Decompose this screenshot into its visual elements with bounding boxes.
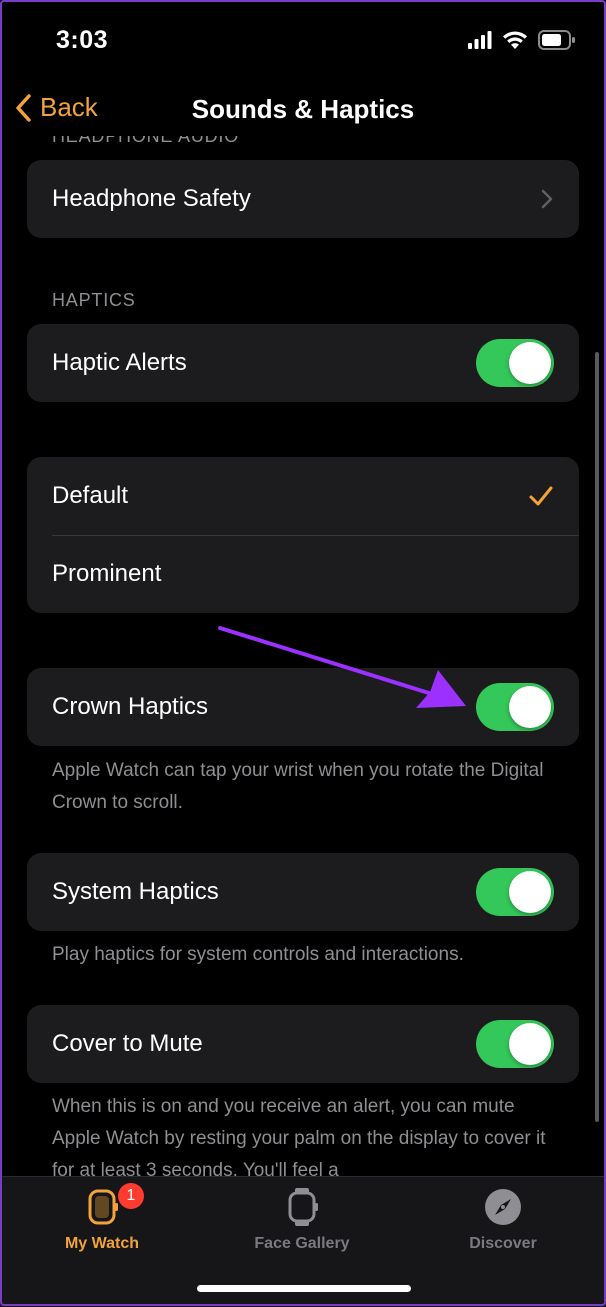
haptic-alerts-row: Haptic Alerts bbox=[27, 324, 579, 402]
notification-badge: 1 bbox=[118, 1183, 144, 1209]
status-time: 3:03 bbox=[56, 26, 109, 54]
option-prominent-label: Prominent bbox=[52, 560, 162, 587]
status-icons bbox=[468, 28, 576, 52]
home-indicator[interactable] bbox=[197, 1285, 411, 1292]
haptic-alerts-label: Haptic Alerts bbox=[52, 349, 187, 376]
tab-label: My Watch bbox=[64, 1235, 140, 1252]
my-watch-icon bbox=[88, 1189, 118, 1225]
tab-label: Discover bbox=[469, 1235, 537, 1252]
cover-to-mute-label: Cover to Mute bbox=[52, 1030, 203, 1057]
headphone-safety-row[interactable]: Headphone Safety bbox=[27, 160, 579, 238]
tab-face-gallery[interactable]: Face Gallery bbox=[212, 1185, 392, 1253]
navigation-bar: Back Sounds & Haptics bbox=[0, 80, 606, 136]
option-default-row[interactable]: Default bbox=[27, 457, 579, 535]
battery-icon bbox=[538, 30, 575, 50]
haptic-alerts-group: Haptic Alerts bbox=[27, 324, 579, 402]
toggle-knob bbox=[509, 871, 551, 913]
cover-to-mute-row: Cover to Mute bbox=[27, 1005, 579, 1083]
scrollbar[interactable] bbox=[595, 352, 599, 1122]
section-header-haptics: HAPTICS bbox=[52, 290, 136, 310]
crown-haptics-toggle[interactable] bbox=[476, 683, 554, 731]
cover-to-mute-group: Cover to Mute bbox=[27, 1005, 579, 1083]
headphone-group: Headphone Safety bbox=[27, 160, 579, 238]
page-title: Sounds & Haptics bbox=[191, 94, 415, 124]
watch-face-icon bbox=[288, 1188, 318, 1226]
headphone-safety-label: Headphone Safety bbox=[52, 185, 251, 212]
tab-discover[interactable]: Discover bbox=[413, 1185, 593, 1253]
option-default-label: Default bbox=[52, 482, 129, 509]
toggle-knob bbox=[509, 1023, 551, 1065]
cellular-signal-icon bbox=[468, 31, 492, 49]
tab-label: Face Gallery bbox=[254, 1235, 350, 1252]
toggle-knob bbox=[509, 342, 551, 384]
system-haptics-toggle[interactable] bbox=[476, 868, 554, 916]
wifi-icon bbox=[503, 31, 527, 49]
haptic-style-group: Default Prominent bbox=[27, 457, 579, 613]
cover-to-mute-footer: When this is on and you receive an alert… bbox=[52, 1096, 546, 1176]
system-haptics-label: System Haptics bbox=[52, 878, 219, 905]
checkmark-icon bbox=[529, 486, 553, 506]
system-haptics-group: System Haptics bbox=[27, 853, 579, 931]
system-haptics-row: System Haptics bbox=[27, 853, 579, 931]
option-prominent-row[interactable]: Prominent bbox=[27, 535, 579, 613]
toggle-knob bbox=[509, 686, 551, 728]
compass-icon bbox=[485, 1189, 521, 1225]
chevron-right-icon bbox=[541, 189, 553, 209]
crown-haptics-footer: Apple Watch can tap your wrist when you … bbox=[52, 760, 544, 813]
annotation-arrow bbox=[218, 626, 466, 708]
system-haptics-footer: Play haptics for system controls and int… bbox=[52, 944, 464, 965]
haptic-alerts-toggle[interactable] bbox=[476, 339, 554, 387]
cover-to-mute-toggle[interactable] bbox=[476, 1020, 554, 1068]
tab-my-watch[interactable]: 1 My Watch bbox=[12, 1183, 192, 1253]
section-header-headphone-audio: HEADPHONE AUDIO bbox=[52, 136, 240, 146]
